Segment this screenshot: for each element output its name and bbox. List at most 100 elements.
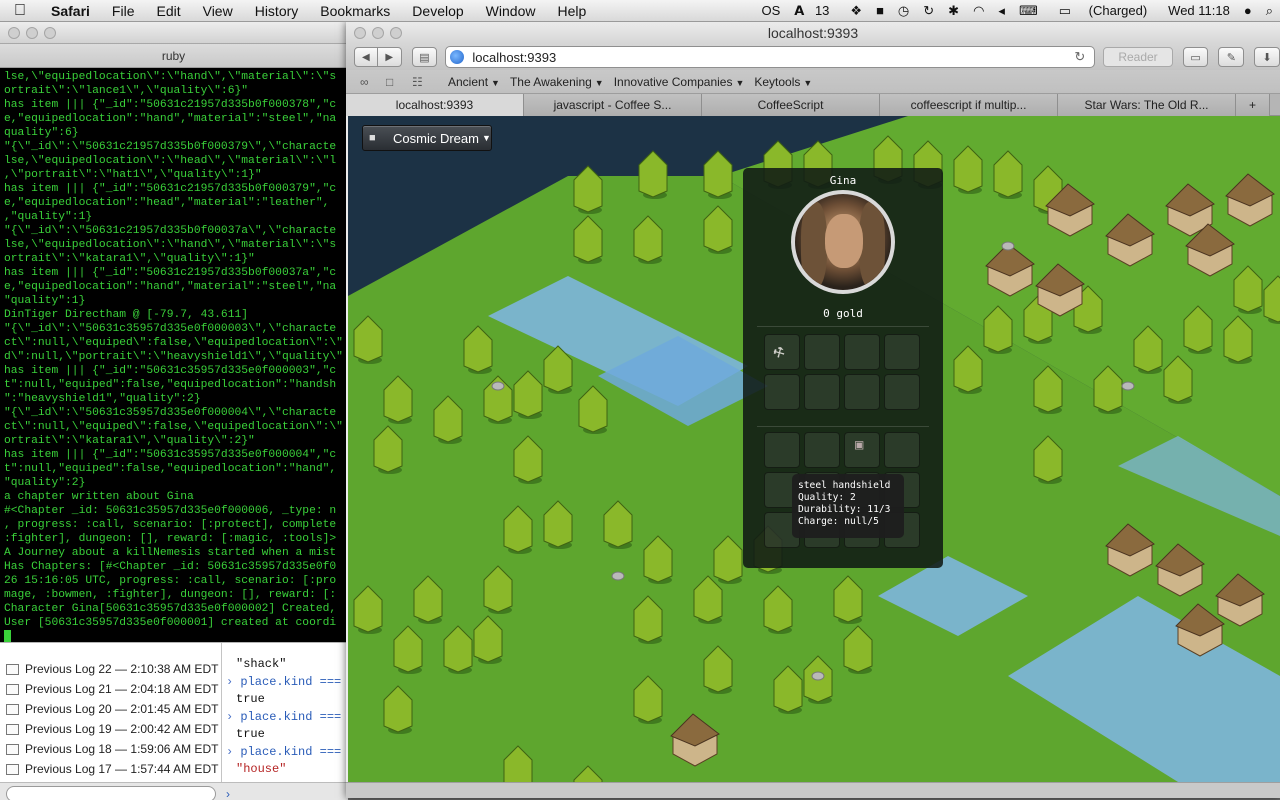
globe-icon	[450, 50, 465, 64]
log-label: Previous Log 22 — 2:10:38 AM EDT	[25, 662, 219, 676]
menu-view[interactable]: View	[192, 3, 244, 19]
tab[interactable]: Star Wars: The Old R...	[1058, 94, 1236, 116]
safari-titlebar[interactable]: localhost:9393	[346, 22, 1280, 44]
shield-icon[interactable]: ▣	[855, 437, 863, 453]
terminal-tab[interactable]: ruby	[0, 44, 347, 68]
bookmark-folder[interactable]: Keytools ▼	[754, 75, 812, 89]
flag-icon[interactable]: ■	[869, 3, 891, 18]
terminal-line: 26 15:16:05 UTC, progress: :call, scenar…	[4, 575, 337, 587]
glasses-icon[interactable]: ∞	[360, 75, 378, 89]
portrait-hair	[801, 202, 827, 288]
inventory-slot[interactable]: ▣	[844, 432, 880, 468]
inventory-slot[interactable]	[764, 432, 800, 468]
inventory-slot[interactable]	[804, 334, 840, 370]
log-label: Previous Log 18 — 1:59:06 AM EDT	[25, 742, 219, 756]
terminal-line: Has Chapters: [#<Chapter _id: 50631c3595…	[4, 561, 337, 573]
downloads-button[interactable]: ⬇	[1254, 47, 1280, 67]
new-tab-button[interactable]: +	[1236, 94, 1270, 116]
menu-develop[interactable]: Develop	[401, 3, 474, 19]
reload-icon[interactable]: ↻	[1074, 49, 1094, 65]
console-command-text: place.kind ===	[240, 674, 342, 689]
tab[interactable]: coffeescript if multip...	[880, 94, 1058, 116]
edit-button[interactable]: ✎	[1218, 47, 1245, 67]
inventory-slot[interactable]	[764, 374, 800, 410]
bookmark-folder[interactable]: Ancient ▼	[448, 75, 500, 89]
terminal-line: has item ||| {"_id":"50631c21957d335b0f0…	[4, 183, 337, 195]
previous-log-item[interactable]: Previous Log 21 — 2:04:18 AM EDT	[0, 679, 221, 699]
grid-icon[interactable]: ☷	[412, 75, 430, 89]
inventory-slot[interactable]	[884, 374, 920, 410]
tab[interactable]: CoffeeScript	[702, 94, 880, 116]
previous-log-item[interactable]: Previous Log 20 — 2:01:45 AM EDT	[0, 699, 221, 719]
inventory-slot[interactable]	[844, 374, 880, 410]
address-bar[interactable]: localhost:9393 ↻	[445, 46, 1096, 68]
menu-history[interactable]: History	[244, 3, 310, 19]
caret-down-icon: ▼	[481, 133, 491, 143]
tab[interactable]: localhost:9393	[346, 94, 524, 116]
menu-window[interactable]: Window	[475, 3, 547, 19]
clock[interactable]: Wed 11:18	[1161, 3, 1237, 18]
inventory-slot[interactable]	[804, 432, 840, 468]
console-search-field[interactable]	[6, 785, 216, 800]
inventory-slot[interactable]	[884, 334, 920, 370]
forward-button[interactable]: ▶	[377, 47, 402, 67]
zoom-button[interactable]	[44, 26, 56, 39]
menu-file[interactable]: File	[101, 3, 146, 19]
dagger-icon[interactable]: ⚒	[768, 340, 788, 364]
inventory-slot[interactable]	[804, 374, 840, 410]
log-icon	[6, 663, 19, 675]
tab[interactable]: javascript - Coffee S...	[524, 94, 702, 116]
previous-log-item[interactable]: Previous Log 22 — 2:10:38 AM EDT	[0, 659, 221, 679]
bookmark-folder[interactable]: The Awakening ▼	[510, 75, 604, 89]
book-icon[interactable]: □	[386, 75, 404, 89]
inventory-slot[interactable]: ⚒	[764, 334, 800, 370]
menu-help[interactable]: Help	[546, 3, 597, 19]
keyboard-icon[interactable]: ⌨	[1012, 3, 1045, 19]
bluetooth-icon[interactable]: ✱	[941, 3, 966, 19]
terminal-window: ruby lse,\"equipedlocation\":\"hand\",\"…	[0, 22, 348, 800]
spotlight-icon[interactable]: ⌕	[1259, 3, 1280, 19]
sync-icon[interactable]: ↻	[916, 3, 941, 19]
reading-list-button[interactable]: ▤	[411, 47, 438, 67]
bookmark-folder[interactable]: Innovative Companies ▼	[614, 75, 745, 89]
terminal-output[interactable]: lse,\"equipedlocation\":\"hand\",\"mater…	[0, 68, 348, 664]
back-button[interactable]: ◀	[354, 47, 378, 67]
previous-log-item[interactable]: Previous Log 19 — 2:00:42 AM EDT	[0, 719, 221, 739]
item-tooltip: steel handshield Quality: 2 Durability: …	[792, 474, 904, 538]
terminal-line: ct\":null,\"equiped\":false,\"equipedloc…	[4, 337, 343, 349]
previous-log-item[interactable]: Previous Log 17 — 1:57:44 AM EDT	[0, 759, 221, 779]
reader-button[interactable]: Reader	[1103, 47, 1173, 67]
terminal-line: e,"equipedlocation":"hand","material":"s…	[4, 281, 337, 293]
volume-icon[interactable]: ◂	[991, 3, 1012, 19]
bookmark-label: Keytools	[754, 74, 801, 89]
previous-log-item[interactable]: Previous Log 18 — 1:59:06 AM EDT	[0, 739, 221, 759]
terminal-line: ,"quality":1}	[4, 211, 93, 223]
url-text[interactable]: localhost:9393	[472, 50, 1074, 65]
terminal-line: ortrait\":\"lance1\",\"quality\":6}"	[4, 85, 249, 97]
terminal-titlebar[interactable]	[0, 22, 347, 44]
os-badge[interactable]: OS	[754, 3, 787, 18]
minimize-button[interactable]	[26, 26, 38, 39]
time-machine-icon[interactable]: ◷	[891, 3, 916, 19]
user-icon[interactable]: ●	[1237, 3, 1259, 18]
world-selector-button[interactable]: ■ Cosmic Dream ▼	[362, 125, 492, 151]
menu-app-safari[interactable]: Safari	[40, 3, 101, 19]
dropbox-icon[interactable]: ❖	[843, 3, 869, 19]
game-viewport[interactable]: ■ Cosmic Dream ▼ Gina 0 gold ⚒ ▣ steel h…	[348, 116, 1280, 782]
safari-toolbar: ◀ ▶ ▤ localhost:9393 ↻ Reader ▭ ✎ ⬇	[346, 44, 1280, 70]
menu-edit[interactable]: Edit	[145, 3, 191, 19]
inventory-slot[interactable]	[844, 334, 880, 370]
battery-status[interactable]: ▭ (Charged)	[1045, 3, 1161, 19]
rock	[491, 381, 505, 391]
apple-menu-icon[interactable]: 	[0, 2, 40, 20]
gold-count: 0 gold	[823, 307, 863, 320]
notification-count[interactable]: 𝗔 13	[787, 3, 843, 19]
console-result: "house"	[236, 762, 287, 776]
close-button[interactable]	[8, 26, 20, 39]
share-button[interactable]: ▭	[1182, 47, 1209, 67]
menu-bookmarks[interactable]: Bookmarks	[309, 3, 401, 19]
divider	[757, 326, 929, 327]
inventory-slot[interactable]	[884, 432, 920, 468]
console-prompt[interactable]: ›	[226, 787, 230, 800]
wifi-icon[interactable]: ◠	[966, 3, 991, 19]
